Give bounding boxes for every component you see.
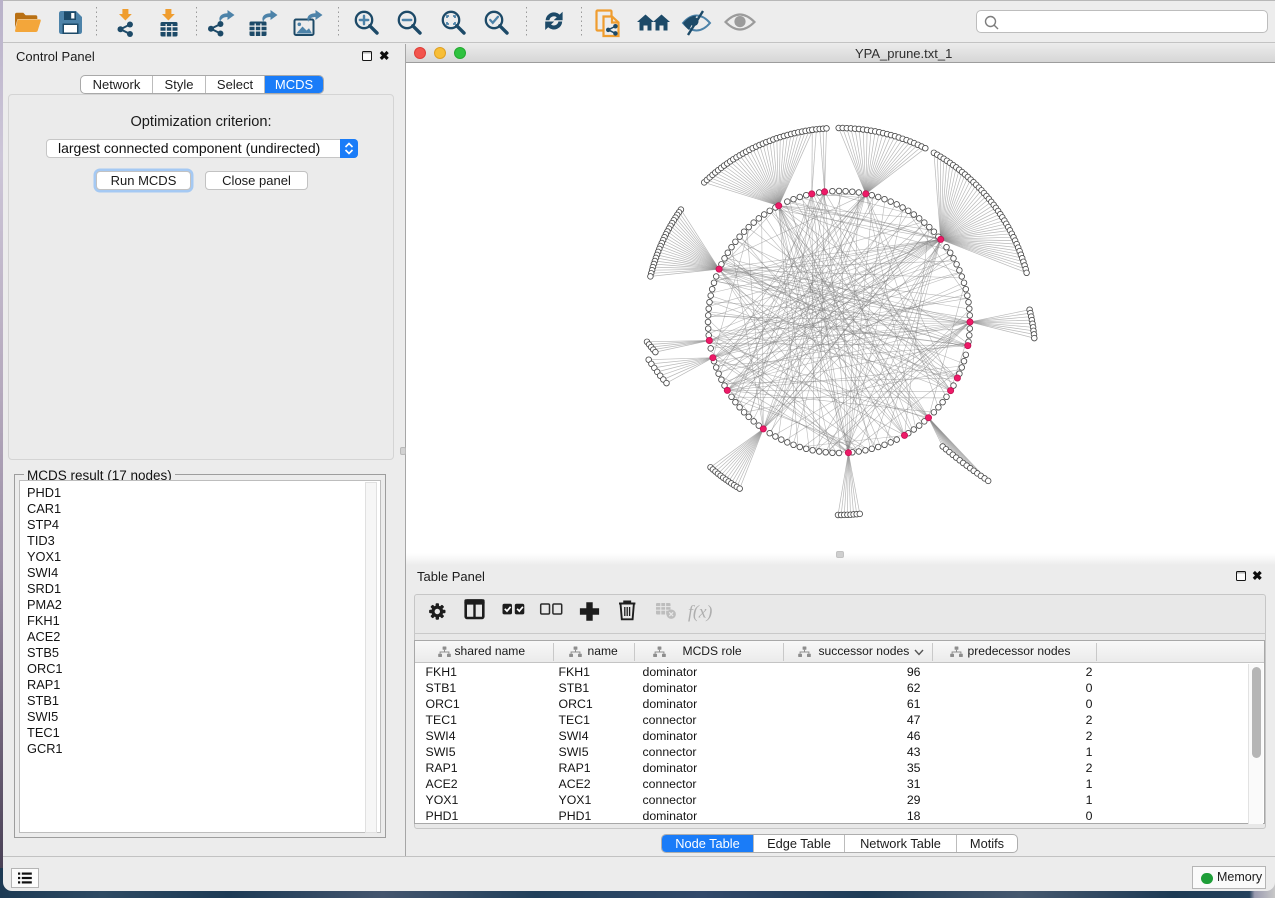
svg-text:f(x): f(x)	[688, 602, 712, 622]
